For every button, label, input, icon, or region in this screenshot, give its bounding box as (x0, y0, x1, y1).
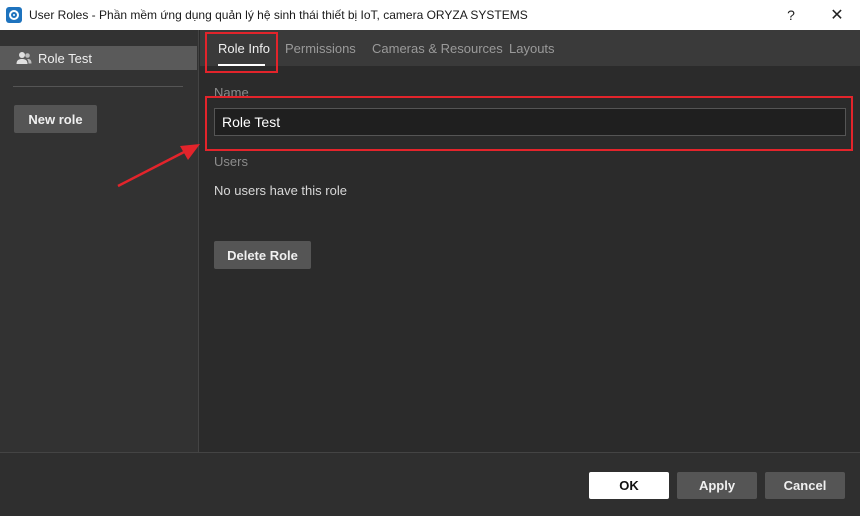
help-button[interactable]: ? (768, 0, 814, 30)
tab-cameras-resources[interactable]: Cameras & Resources (372, 41, 503, 56)
ok-button[interactable]: OK (589, 472, 669, 499)
tab-layouts[interactable]: Layouts (509, 41, 555, 56)
window-title: User Roles - Phần mềm ứng dụng quản lý h… (29, 8, 528, 22)
role-list-item-label: Role Test (38, 51, 92, 66)
sidebar-divider (13, 86, 183, 87)
users-label: Users (214, 154, 248, 169)
annotation-arrow-icon (117, 144, 200, 188)
close-button[interactable]: ✕ (814, 0, 860, 30)
no-users-message: No users have this role (214, 183, 347, 198)
cancel-button[interactable]: Cancel (765, 472, 845, 499)
annotation-highlight-tab (205, 32, 278, 73)
title-bar: User Roles - Phần mềm ứng dụng quản lý h… (0, 0, 860, 30)
role-list-item[interactable]: Role Test (0, 46, 197, 70)
user-group-icon (16, 52, 32, 64)
apply-button[interactable]: Apply (677, 472, 757, 499)
app-logo-icon (6, 7, 22, 23)
delete-role-button[interactable]: Delete Role (214, 241, 311, 269)
annotation-highlight-name-field (205, 96, 853, 151)
tab-bar: Role Info Permissions Cameras & Resource… (200, 30, 860, 66)
roles-sidebar: Role Test New role (0, 30, 199, 452)
tab-permissions[interactable]: Permissions (285, 41, 356, 56)
new-role-button[interactable]: New role (14, 105, 97, 133)
